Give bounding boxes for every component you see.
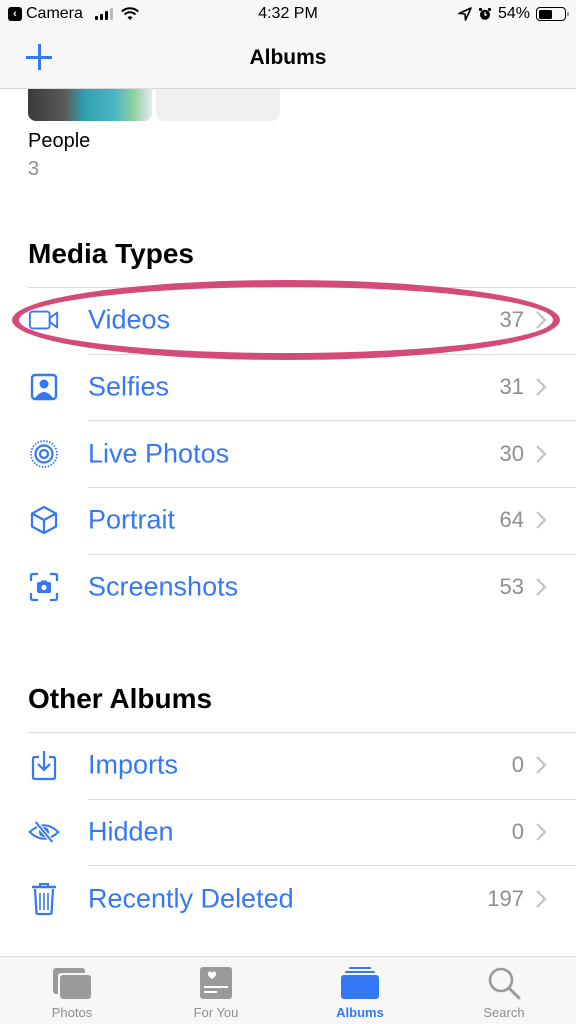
alarm-icon [478, 7, 492, 20]
import-icon [28, 749, 60, 781]
list-item-label: Hidden [88, 816, 174, 847]
list-item-label: Selfies [88, 371, 170, 402]
list-item-selfies[interactable]: Selfies 31 [0, 353, 576, 421]
for-you-icon [194, 965, 238, 1001]
navigation-bar: Albums [0, 32, 576, 89]
list-item-imports[interactable]: Imports 0 [0, 732, 576, 799]
album-thumbnail-placeholder[interactable] [156, 89, 280, 121]
list-item-portrait[interactable]: Portrait 64 [0, 487, 576, 554]
location-arrow-icon [458, 7, 472, 21]
list-item-videos[interactable]: Videos 37 [0, 287, 576, 354]
people-album[interactable] [28, 89, 280, 121]
photos-albums-screen: ‹ Camera 4:32 PM 54% Albums People 3 Med… [0, 0, 576, 1024]
tab-albums[interactable]: Albums [288, 957, 432, 1024]
cube-icon [28, 504, 60, 536]
tab-photos[interactable]: Photos [0, 957, 144, 1024]
people-album-count: 3 [28, 158, 40, 180]
list-item-hidden[interactable]: Hidden 0 [0, 798, 576, 866]
chevron-right-icon [536, 511, 547, 530]
list-item-label: Imports [88, 749, 179, 780]
photos-stack-icon [50, 965, 94, 1001]
tab-label: Search [483, 1005, 525, 1020]
list-item-count: 30 [499, 440, 524, 466]
list-item-live-photos[interactable]: Live Photos 30 [0, 420, 576, 487]
separator [88, 353, 576, 355]
trash-icon [28, 882, 60, 915]
list-item-count: 37 [499, 307, 524, 333]
list-item-count: 64 [499, 507, 524, 533]
other-albums-list: Imports 0 Hidden 0 Recently Deleted 197 [0, 732, 576, 932]
tab-label: For You [193, 1005, 239, 1020]
section-title-other-albums: Other Albums [28, 683, 213, 714]
battery-percent: 54% [497, 5, 530, 22]
media-types-list: Videos 37 Selfies 31 Live Photos 30 Port… [0, 287, 576, 620]
list-item-count: 0 [511, 752, 524, 778]
list-item-recently-deleted[interactable]: Recently Deleted 197 [0, 865, 576, 932]
live-photo-icon [28, 438, 60, 470]
tab-search[interactable]: Search [432, 957, 576, 1024]
people-thumbnail[interactable] [28, 89, 152, 121]
people-album-title: People [28, 130, 91, 152]
video-camera-icon [28, 304, 60, 336]
tab-label: Photos [51, 1005, 93, 1020]
separator [28, 287, 576, 288]
chevron-right-icon [536, 823, 547, 841]
eye-slash-icon [28, 816, 60, 848]
chevron-right-icon [536, 756, 547, 775]
chevron-right-icon [536, 311, 547, 330]
chevron-right-icon [536, 889, 547, 908]
chevron-right-icon [536, 578, 547, 596]
list-item-count: 31 [499, 374, 524, 400]
separator [88, 420, 576, 422]
chevron-right-icon [536, 444, 547, 463]
person-portrait-icon [28, 371, 60, 403]
tab-for-you[interactable]: For You [144, 957, 288, 1024]
magnifier-icon [482, 965, 526, 1001]
status-indicators: 54% [458, 5, 569, 23]
list-item-label: Portrait [88, 504, 176, 535]
list-item-label: Videos [88, 304, 171, 335]
list-item-count: 197 [487, 885, 524, 911]
tab-label: Albums [336, 1005, 384, 1020]
tab-bar: Photos For You Albums Search [0, 956, 576, 1024]
battery-fill [538, 9, 552, 19]
screenshot-icon [28, 571, 60, 603]
separator [88, 487, 576, 489]
chevron-right-icon [536, 378, 547, 396]
separator [28, 732, 576, 733]
list-item-screenshots[interactable]: Screenshots 53 [0, 553, 576, 621]
list-item-count: 0 [511, 819, 524, 845]
page-title: Albums [249, 46, 327, 69]
list-item-count: 53 [499, 574, 524, 600]
separator [88, 798, 576, 800]
separator [88, 553, 576, 555]
section-title-media-types: Media Types [28, 238, 194, 269]
list-item-label: Recently Deleted [88, 883, 294, 914]
list-item-label: Screenshots [88, 571, 239, 602]
separator [88, 865, 576, 867]
status-bar: ‹ Camera 4:32 PM 54% [0, 0, 576, 32]
albums-icon [338, 965, 382, 1001]
list-item-label: Live Photos [88, 438, 230, 469]
battery-icon [536, 7, 569, 21]
